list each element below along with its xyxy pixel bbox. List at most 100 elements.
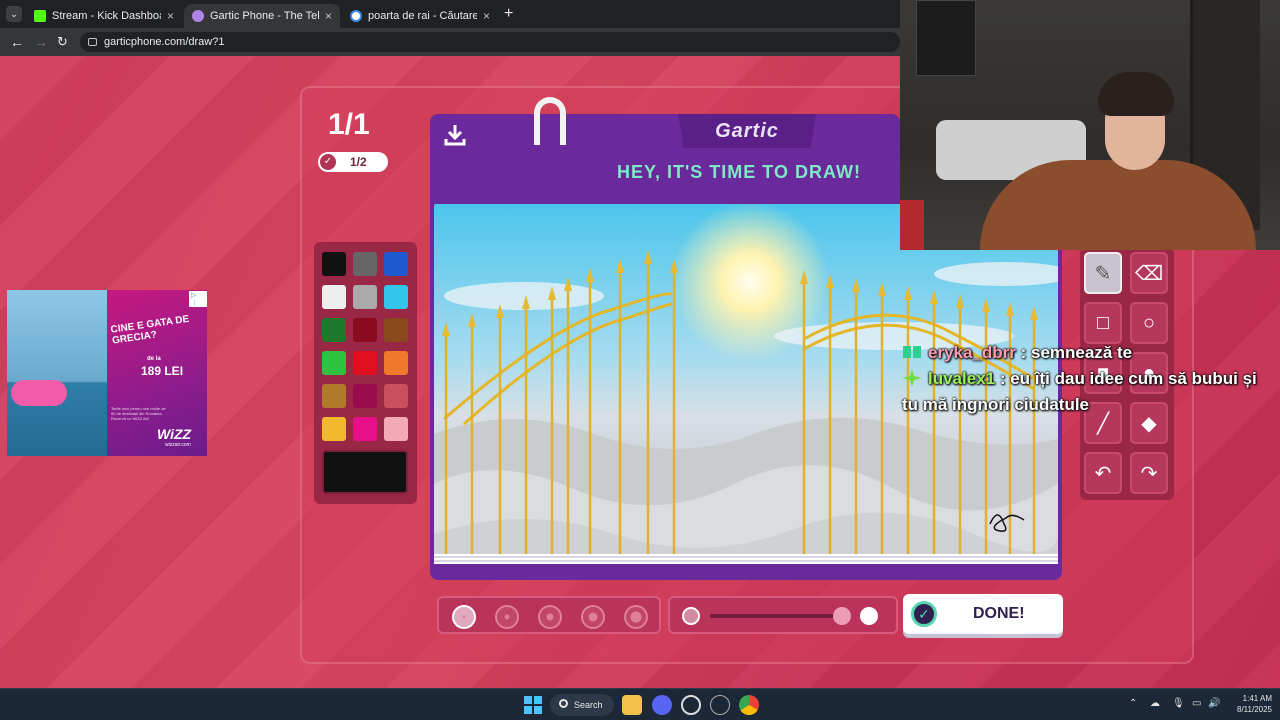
chat-username: luvalex1: [928, 369, 996, 388]
close-tab-icon[interactable]: ×: [325, 9, 332, 23]
done-label: DONE!: [973, 605, 1025, 622]
tray-chevron-icon[interactable]: ⌃: [1129, 698, 1137, 709]
paper-edge: [434, 554, 1058, 564]
ad-fine-print: Tarife mini pentru mai multe de 60 de de…: [111, 406, 166, 421]
brush-size-option[interactable]: [495, 605, 519, 629]
tab-title: Gartic Phone - The Telephone G: [210, 10, 319, 22]
red-light: [900, 200, 924, 250]
discord-icon[interactable]: [652, 695, 672, 715]
download-icon[interactable]: [442, 122, 468, 148]
ad-price: 189 LEI: [141, 364, 184, 378]
brush-size-option[interactable]: [624, 605, 648, 629]
site-info-icon[interactable]: [88, 38, 97, 46]
tab-kick-dashboard[interactable]: Stream - Kick Dashboard ×: [26, 4, 182, 28]
color-swatch[interactable]: [353, 252, 377, 276]
gift-badge-icon: [902, 343, 922, 361]
opacity-min-indicator: [682, 607, 700, 625]
brush-size-option[interactable]: [581, 605, 605, 629]
color-swatch[interactable]: [384, 417, 408, 441]
new-tab-button[interactable]: +: [504, 5, 513, 23]
back-icon[interactable]: ←: [10, 34, 24, 50]
opacity-handle[interactable]: [833, 607, 851, 625]
opacity-track[interactable]: [710, 614, 850, 618]
current-color: [322, 450, 408, 494]
chrome-icon[interactable]: [739, 695, 759, 715]
players-done-count: 1/2: [350, 155, 367, 169]
color-swatch[interactable]: [322, 318, 346, 342]
file-explorer-icon[interactable]: [622, 695, 642, 715]
tab-google-search[interactable]: poarta de rai - Căutare Google ×: [342, 4, 498, 28]
color-swatch[interactable]: [353, 318, 377, 342]
color-swatch[interactable]: [384, 252, 408, 276]
color-swatch[interactable]: [322, 417, 346, 441]
reload-icon[interactable]: ↻: [57, 34, 68, 50]
close-tab-icon[interactable]: ×: [483, 9, 490, 23]
brush-size-option[interactable]: [538, 605, 562, 629]
display-icon[interactable]: ▭: [1192, 698, 1201, 709]
eraser-icon[interactable]: ⌫: [1130, 252, 1168, 294]
microphone-icon[interactable]: 🎙: [1172, 698, 1185, 709]
color-swatch[interactable]: [322, 384, 346, 408]
opacity-slider[interactable]: [668, 596, 898, 634]
clock-time: 1:41 AM: [1242, 694, 1272, 703]
notebook-ring: [534, 97, 566, 145]
streamer-body: [980, 160, 1256, 250]
ad-headline: CINE E GATA DE GRECIA?: [109, 313, 190, 347]
color-swatch[interactable]: [322, 285, 346, 309]
streamer-hair: [1098, 72, 1174, 116]
stream-chat-overlay: eryka_dbrr : semnează te luvalex1 : eu î…: [902, 340, 1262, 418]
gartic-logo: Gartic: [678, 114, 816, 148]
color-swatch[interactable]: [353, 285, 377, 309]
forward-icon[interactable]: →: [34, 34, 48, 50]
url-field[interactable]: garticphone.com/draw?1: [80, 32, 900, 52]
brush-size-picker: [437, 596, 661, 634]
done-button[interactable]: ✓ DONE!: [903, 594, 1063, 634]
wizz-logo: WiZZ: [157, 426, 192, 442]
tab-title: Stream - Kick Dashboard: [52, 10, 161, 22]
color-swatch[interactable]: [322, 351, 346, 375]
round-counter: 1/1: [328, 108, 370, 141]
brush-size-option[interactable]: [452, 605, 476, 629]
check-icon: ✓: [911, 601, 937, 627]
windows-taskbar: Search ⌃ ☁ 🎙 ▭ 🔊 1:41 AM 8/11/2025: [0, 688, 1280, 720]
pencil-icon[interactable]: ✎: [1084, 252, 1122, 294]
volume-icon[interactable]: 🔊: [1208, 698, 1220, 709]
chat-text: : semnează te: [1015, 343, 1133, 362]
color-swatch[interactable]: [322, 252, 346, 276]
tab-title: poarta de rai - Căutare Google: [368, 10, 477, 22]
sparkle-badge-icon: [902, 369, 922, 387]
steam-icon[interactable]: [710, 695, 730, 715]
chat-message: eryka_dbrr : semnează te: [902, 340, 1262, 366]
windows-start-icon[interactable]: [523, 695, 543, 715]
gartic-icon: [192, 10, 204, 22]
network-icon[interactable]: ☁: [1150, 698, 1160, 709]
color-swatch[interactable]: [353, 417, 377, 441]
google-icon: [350, 10, 362, 22]
color-swatch[interactable]: [353, 351, 377, 375]
search-icon: [559, 699, 568, 708]
wizz-air-ad[interactable]: CINE E GATA DE GRECIA? de la 189 LEI Tar…: [7, 290, 207, 456]
webcam-overlay: [900, 0, 1280, 250]
taskbar-search[interactable]: Search: [550, 694, 614, 716]
obs-icon[interactable]: [681, 695, 701, 715]
draw-headline: HEY, IT'S TIME TO DRAW!: [617, 162, 861, 182]
ad-text-panel: CINE E GATA DE GRECIA? de la 189 LEI Tar…: [107, 290, 207, 456]
color-swatch[interactable]: [353, 384, 377, 408]
color-swatch[interactable]: [384, 285, 408, 309]
color-swatch[interactable]: [384, 351, 408, 375]
ad-url: wizzair.com: [165, 442, 191, 448]
color-swatch[interactable]: [384, 384, 408, 408]
system-clock[interactable]: 1:41 AM 8/11/2025: [1224, 693, 1272, 715]
tab-search-button[interactable]: ⌄: [6, 6, 22, 22]
kick-icon: [34, 10, 46, 22]
rectangle-icon[interactable]: □: [1084, 302, 1122, 344]
ellipse-icon[interactable]: ○: [1130, 302, 1168, 344]
tab-gartic-phone[interactable]: Gartic Phone - The Telephone G ×: [184, 4, 340, 28]
ad-photo: [7, 290, 107, 456]
ad-choices-icon[interactable]: ▷ ⋮: [189, 291, 207, 307]
close-tab-icon[interactable]: ×: [167, 9, 174, 23]
check-icon: ✓: [320, 154, 336, 170]
undo-icon[interactable]: ↶: [1084, 452, 1122, 494]
redo-icon[interactable]: ↷: [1130, 452, 1168, 494]
color-swatch[interactable]: [384, 318, 408, 342]
